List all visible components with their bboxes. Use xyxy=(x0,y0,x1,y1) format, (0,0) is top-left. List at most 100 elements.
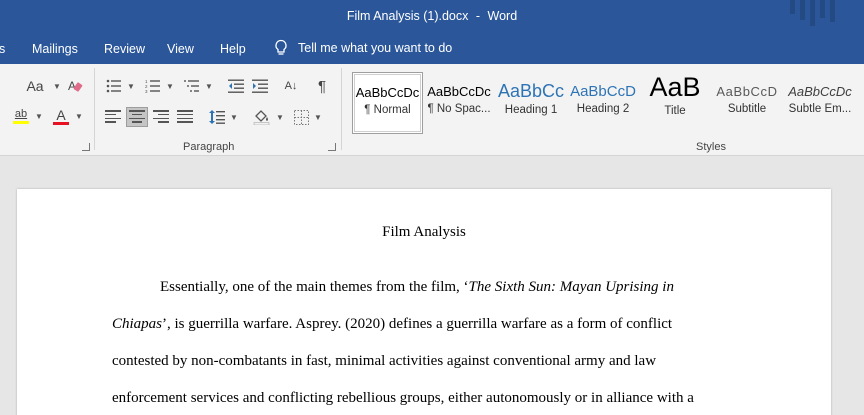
film-title-italic: Chiapas xyxy=(112,316,163,332)
body-paragraph: Essentially, one of the main themes from… xyxy=(112,269,752,415)
line-spacing-icon xyxy=(209,110,225,124)
chevron-down-icon[interactable]: ▼ xyxy=(314,113,322,122)
titlebar-decoration xyxy=(800,0,805,20)
chevron-down-icon[interactable]: ▼ xyxy=(166,82,174,91)
decrease-indent-button[interactable] xyxy=(226,76,246,96)
borders-button[interactable] xyxy=(291,107,311,127)
document-page[interactable]: Film Analysis Essentially, one of the ma… xyxy=(17,189,831,415)
document-canvas: Film Analysis Essentially, one of the ma… xyxy=(0,157,864,415)
tab-references-partial[interactable]: s xyxy=(0,42,5,56)
font-color-bar xyxy=(53,121,69,125)
chevron-down-icon[interactable]: ▼ xyxy=(127,82,135,91)
align-right-icon xyxy=(153,110,169,124)
chevron-down-icon[interactable]: ▼ xyxy=(35,112,43,121)
style-subtle-emphasis[interactable]: AaBbCcDc Subtle Em... xyxy=(785,72,855,134)
style-subtitle[interactable]: AaBbCcD Subtitle xyxy=(713,72,781,134)
font-color-icon: A xyxy=(56,106,66,123)
highlighter-icon: ab xyxy=(14,108,28,120)
multilevel-list-button[interactable] xyxy=(182,76,202,96)
style-subtitle-preview: AaBbCcD xyxy=(716,84,778,99)
chevron-down-icon[interactable]: ▼ xyxy=(53,82,61,91)
font-color-button[interactable]: A xyxy=(50,106,72,126)
paragraph-text: Essentially, one of the main themes from… xyxy=(160,279,469,295)
style-title-label: Title xyxy=(664,105,686,117)
ribbon-home: Aa ▼ A ab ▼ A ▼ ▼ 1 2 3 ▼ ▼ A↓ ¶ ▼ ▼ ▼ P… xyxy=(0,64,864,156)
svg-text:A: A xyxy=(68,79,76,93)
highlight-color-bar xyxy=(13,121,29,124)
document-name: Film Analysis (1).docx xyxy=(346,9,469,23)
paragraph-dialog-launcher[interactable] xyxy=(328,143,336,151)
numbering-icon: 1 2 3 xyxy=(145,79,160,93)
paragraph-group-label: Paragraph xyxy=(183,141,235,153)
tell-me-search[interactable]: Tell me what you want to do xyxy=(273,39,452,57)
align-left-icon xyxy=(105,110,121,124)
increase-indent-button[interactable] xyxy=(250,76,270,96)
paragraph-line: contested by non-combatants in fast, min… xyxy=(112,353,657,369)
change-case-button[interactable]: Aa xyxy=(20,76,50,96)
title-separator: - xyxy=(475,9,481,23)
clear-formatting-button[interactable]: A xyxy=(64,76,86,96)
chevron-down-icon[interactable]: ▼ xyxy=(276,113,284,122)
font-dialog-launcher[interactable] xyxy=(82,143,90,151)
paragraph-line: Chiapas’, is guerrilla warfare. Asprey. … xyxy=(112,306,752,343)
titlebar-decoration xyxy=(790,0,795,14)
shading-button[interactable] xyxy=(252,107,272,127)
style-normal-preview: AaBbCcDc xyxy=(355,85,420,100)
group-separator xyxy=(341,68,342,150)
styles-group-label: Styles xyxy=(696,141,726,153)
justify-button[interactable] xyxy=(175,107,195,127)
style-no-spacing-label: ¶ No Spac... xyxy=(427,103,491,115)
film-title-italic: The Sixth Sun: Mayan Uprising in xyxy=(468,279,674,295)
svg-text:3: 3 xyxy=(145,89,148,93)
lightbulb-icon xyxy=(275,39,287,55)
borders-icon xyxy=(293,109,309,125)
sort-icon: A↓ xyxy=(284,80,298,92)
tab-view[interactable]: View xyxy=(167,42,194,56)
style-subtle-emphasis-label: Subtle Em... xyxy=(788,103,852,115)
style-no-spacing[interactable]: AaBbCcDc ¶ No Spac... xyxy=(425,72,493,134)
justify-icon xyxy=(177,110,193,124)
align-right-button[interactable] xyxy=(151,107,171,127)
window-title: Film Analysis (1).docx - Word xyxy=(0,9,864,23)
tell-me-label: Tell me what you want to do xyxy=(298,41,453,55)
show-hide-marks-button[interactable]: ¶ xyxy=(312,76,332,96)
style-heading-2[interactable]: AaBbCcD Heading 2 xyxy=(569,72,637,134)
titlebar-decoration xyxy=(830,0,835,22)
style-normal-label: ¶ Normal xyxy=(364,104,411,116)
style-no-spacing-preview: AaBbCcDc xyxy=(427,84,491,99)
align-left-button[interactable] xyxy=(103,107,123,127)
highlight-button[interactable]: ab xyxy=(10,106,32,126)
style-title[interactable]: AaB Title xyxy=(641,72,709,134)
eraser-icon: A xyxy=(68,79,83,93)
tab-mailings[interactable]: Mailings xyxy=(32,42,78,56)
paragraph-text: ’, is guerrilla warfare. Asprey. (2020) … xyxy=(162,316,673,332)
titlebar-decoration xyxy=(810,0,815,26)
increase-indent-icon xyxy=(252,79,268,93)
style-heading-1[interactable]: AaBbCc Heading 1 xyxy=(497,72,565,134)
sort-button[interactable]: A↓ xyxy=(281,76,301,96)
align-center-button[interactable] xyxy=(126,107,148,127)
document-title: Film Analysis xyxy=(382,224,466,240)
chevron-down-icon[interactable]: ▼ xyxy=(75,112,83,121)
title-bar: Film Analysis (1).docx - Word xyxy=(0,0,864,34)
paragraph-line: Essentially, one of the main themes from… xyxy=(112,269,752,306)
group-separator xyxy=(94,68,95,150)
app-name: Word xyxy=(487,9,518,23)
tab-help[interactable]: Help xyxy=(220,42,246,56)
chevron-down-icon[interactable]: ▼ xyxy=(230,113,238,122)
bullets-button[interactable] xyxy=(104,76,124,96)
style-subtle-emphasis-preview: AaBbCcDc xyxy=(788,84,852,99)
line-spacing-button[interactable] xyxy=(207,107,227,127)
style-heading-2-preview: AaBbCcD xyxy=(570,83,636,100)
decrease-indent-icon xyxy=(228,79,244,93)
change-case-icon: Aa xyxy=(26,78,44,94)
chevron-down-icon[interactable]: ▼ xyxy=(205,82,213,91)
style-heading-2-label: Heading 2 xyxy=(576,103,630,115)
titlebar-decoration xyxy=(820,0,825,18)
paint-bucket-icon xyxy=(253,110,270,125)
tab-review[interactable]: Review xyxy=(104,42,145,56)
numbering-button[interactable]: 1 2 3 xyxy=(143,76,163,96)
paragraph-line: enforcement services and conflicting reb… xyxy=(112,390,694,406)
bullets-icon xyxy=(106,79,121,93)
style-normal[interactable]: AaBbCcDc ¶ Normal xyxy=(352,72,423,134)
